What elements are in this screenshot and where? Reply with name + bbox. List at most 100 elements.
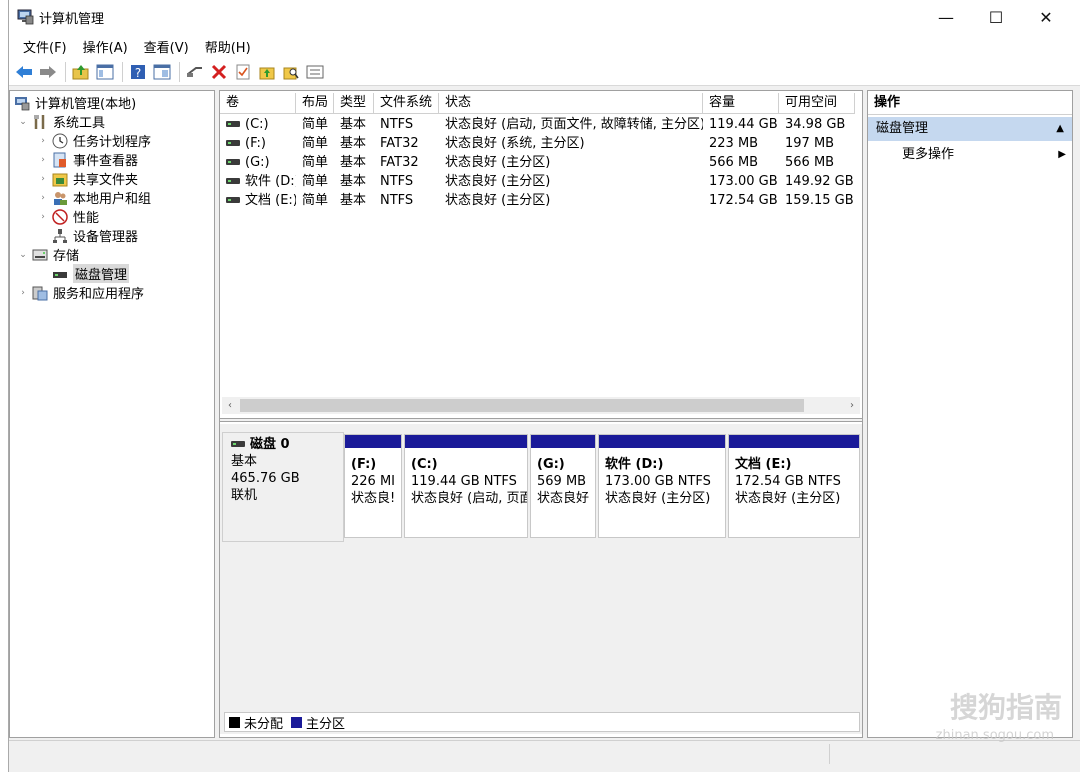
volume-row[interactable]: (F:) 简单 基本 FAT32 状态良好 (系统, 主分区) 223 MB 1… <box>220 134 855 153</box>
tree-item-disk-management[interactable]: 磁盘管理 <box>52 264 130 283</box>
capacity-cell: 119.44 GB <box>709 117 778 132</box>
column-header-type[interactable]: 类型 <box>334 93 374 114</box>
title-bar: 计算机管理 — ☐ ✕ <box>9 0 1080 34</box>
drive-icon <box>226 196 240 203</box>
volume-name: 文档 (E:) <box>245 193 296 208</box>
properties-icon[interactable] <box>151 61 173 83</box>
disk-type: 基本 <box>231 454 258 469</box>
column-header-filesystem[interactable]: 文件系统 <box>374 93 439 114</box>
horizontal-scrollbar[interactable]: ‹ › <box>222 397 860 414</box>
partition-g[interactable]: (G:) 569 MB 状态良好 <box>530 434 596 538</box>
partition-size: 569 MB <box>537 474 587 489</box>
column-header-volume[interactable]: 卷 <box>220 93 296 114</box>
menu-view[interactable]: 查看(V) <box>136 37 197 56</box>
expand-arrow[interactable]: › <box>38 174 48 184</box>
column-header-free-space[interactable]: 可用空间 <box>779 93 855 114</box>
services-icon <box>32 286 48 300</box>
tree-item-storage[interactable]: ⌄ 存储 <box>18 245 79 264</box>
up-folder-icon[interactable] <box>70 61 92 83</box>
check-icon[interactable] <box>232 61 254 83</box>
type-cell: 基本 <box>340 193 367 208</box>
partition-e[interactable]: 文档 (E:) 172.54 GB NTFS 状态良好 (主分区) <box>728 434 860 538</box>
tree-label: 计算机管理(本地) <box>35 97 137 112</box>
partition-d[interactable]: 软件 (D:) 173.00 GB NTFS 状态良好 (主分区) <box>598 434 726 538</box>
scrollbar-thumb[interactable] <box>240 399 804 412</box>
tree-item-event-viewer[interactable]: › 事件查看器 <box>38 150 138 169</box>
tree-item-system-tools[interactable]: ⌄ 系统工具 <box>18 112 105 131</box>
window-title: 计算机管理 <box>39 12 105 27</box>
column-header-layout[interactable]: 布局 <box>296 93 334 114</box>
close-button[interactable]: ✕ <box>1021 0 1071 34</box>
expand-arrow[interactable]: › <box>38 193 48 203</box>
expand-arrow[interactable]: › <box>38 212 48 222</box>
watermark: 搜狗指南 <box>949 691 1062 724</box>
disk-info-block[interactable]: 磁盘 0 基本 465.76 GB 联机 <box>222 432 344 542</box>
capacity-cell: 223 MB <box>709 136 759 151</box>
partition-label: 软件 (D:) <box>605 457 664 472</box>
connect-icon[interactable] <box>184 61 206 83</box>
partition-c[interactable]: (C:) 119.44 GB NTFS 状态良好 (启动, 页面 <box>404 434 528 538</box>
scroll-right-icon[interactable]: › <box>844 397 860 414</box>
primary-partition-bar <box>345 435 401 450</box>
collapse-up-icon[interactable]: ▲ <box>1056 117 1064 141</box>
expand-arrow[interactable]: › <box>18 288 28 298</box>
tree-item-computer-management[interactable]: 计算机管理(本地) <box>14 93 136 112</box>
tools-icon <box>34 114 45 129</box>
menu-help[interactable]: 帮助(H) <box>197 37 259 56</box>
legend-primary: 主分区 <box>306 716 346 732</box>
delete-icon[interactable] <box>208 61 230 83</box>
volume-row[interactable]: 软件 (D:) 简单 基本 NTFS 状态良好 (主分区) 173.00 GB … <box>220 172 855 191</box>
filesystem-cell: FAT32 <box>380 155 419 170</box>
tree-item-services-apps[interactable]: › 服务和应用程序 <box>18 283 144 302</box>
watermark-url: zhinan.sogou.com <box>935 728 1054 743</box>
tree-label: 性能 <box>73 211 100 226</box>
actions-section-disk-management[interactable]: 磁盘管理 ▲ <box>868 117 1072 141</box>
tree-item-task-scheduler[interactable]: › 任务计划程序 <box>38 131 151 150</box>
expand-arrow[interactable]: ⌄ <box>18 117 28 127</box>
more-actions-label: 更多操作 <box>902 147 955 162</box>
pane-splitter[interactable] <box>220 418 862 422</box>
tree-label: 本地用户和组 <box>73 192 152 207</box>
back-icon[interactable] <box>13 61 35 83</box>
volume-name-cell: (G:) <box>220 153 296 172</box>
menu-file[interactable]: 文件(F) <box>15 37 75 56</box>
partition-legend: 未分配 主分区 <box>224 712 860 732</box>
console-tree: 计算机管理(本地) ⌄ 系统工具 › 任务计划程序 › 事件查看器 › 共享文件… <box>9 90 215 738</box>
list-icon[interactable] <box>304 61 326 83</box>
tree-item-performance[interactable]: › 性能 <box>38 207 99 226</box>
volume-name: (G:) <box>245 155 270 170</box>
toolbar: ? <box>9 58 1080 86</box>
partition-f[interactable]: (F:) 226 MI 状态良! <box>344 434 402 538</box>
layout-cell: 简单 <box>302 193 329 208</box>
volume-row[interactable]: 文档 (E:) 简单 基本 NTFS 状态良好 (主分区) 172.54 GB … <box>220 191 855 210</box>
menu-action[interactable]: 操作(A) <box>75 37 136 56</box>
scroll-left-icon[interactable]: ‹ <box>222 397 238 414</box>
expand-arrow[interactable]: › <box>38 136 48 146</box>
more-actions-item[interactable]: 更多操作 ▶ <box>868 143 1072 167</box>
expand-arrow[interactable]: ⌄ <box>18 250 28 260</box>
maximize-button[interactable]: ☐ <box>971 0 1021 34</box>
minimize-button[interactable]: — <box>921 0 971 34</box>
primary-partition-bar <box>599 435 725 450</box>
tree-item-shared-folders[interactable]: › 共享文件夹 <box>38 169 138 188</box>
column-header-capacity[interactable]: 容量 <box>703 93 779 114</box>
volume-list-header: 卷 布局 类型 文件系统 状态 容量 可用空间 <box>220 93 855 114</box>
tree-label: 任务计划程序 <box>73 135 152 150</box>
volume-row[interactable]: (C:) 简单 基本 NTFS 状态良好 (启动, 页面文件, 故障转储, 主分… <box>220 115 855 134</box>
status-cell: 状态良好 (主分区) <box>445 193 551 208</box>
tree-item-local-users[interactable]: › 本地用户和组 <box>38 188 151 207</box>
event-viewer-icon <box>53 152 66 167</box>
disk-icon <box>231 440 245 447</box>
show-hide-console-icon[interactable] <box>94 61 116 83</box>
search-folder-icon[interactable] <box>280 61 302 83</box>
volume-row[interactable]: (G:) 简单 基本 FAT32 状态良好 (主分区) 566 MB 566 M… <box>220 153 855 172</box>
folder-up-icon[interactable] <box>256 61 278 83</box>
tree-item-device-manager[interactable]: 设备管理器 <box>52 226 138 245</box>
type-cell: 基本 <box>340 136 367 151</box>
expand-arrow[interactable]: › <box>38 155 48 165</box>
help-icon[interactable]: ? <box>127 61 149 83</box>
forward-icon[interactable] <box>37 61 59 83</box>
column-header-status[interactable]: 状态 <box>439 93 703 114</box>
toolbar-separator <box>179 61 180 82</box>
volume-name-cell: (F:) <box>220 134 296 153</box>
